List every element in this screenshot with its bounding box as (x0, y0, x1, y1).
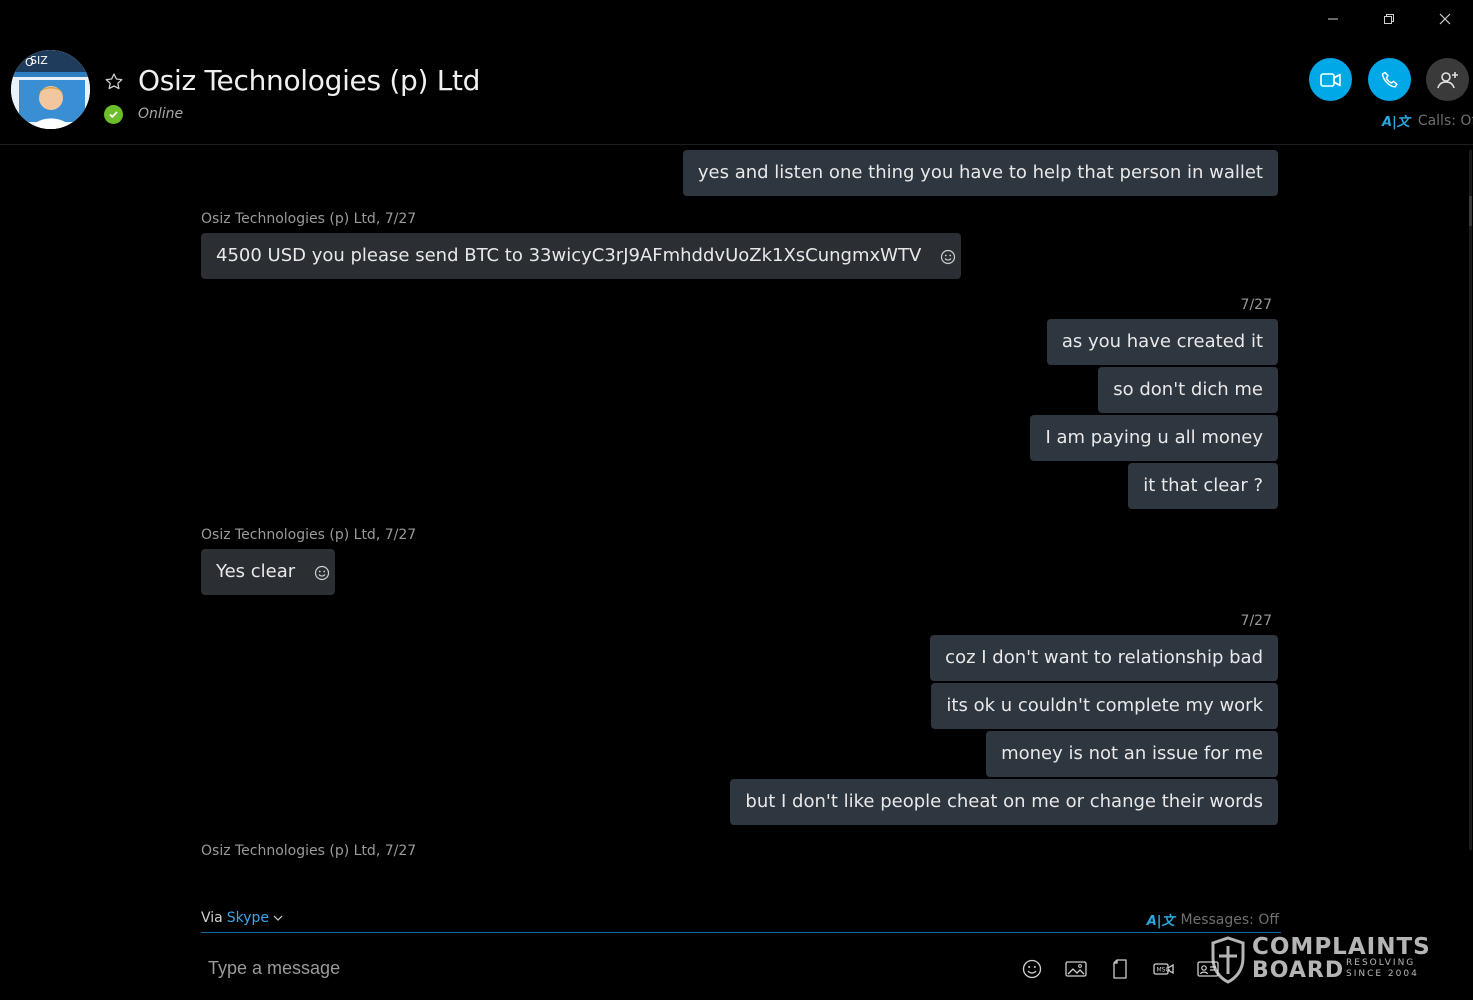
add-person-icon (1436, 71, 1458, 88)
message-bubble[interactable]: but I don't like people cheat on me or c… (730, 779, 1278, 825)
composer-divider (201, 932, 1281, 933)
watermark-line2: BOARD (1252, 958, 1345, 983)
message-bubble[interactable]: it that clear ? (1128, 463, 1278, 509)
message-meta: 7/27 (1240, 297, 1272, 313)
message-bubble[interactable]: as you have created it (1046, 319, 1278, 365)
message-input[interactable] (201, 950, 981, 986)
avatar-text: SIZ (30, 54, 48, 67)
translate-icon: A|文 (1382, 115, 1410, 130)
message-bubble[interactable]: so don't dich me (1098, 367, 1278, 413)
messages-translation-label: Messages: Off (1180, 911, 1280, 928)
message-bubble-incoming[interactable]: Yes clear (201, 549, 336, 595)
via-label: Via (201, 910, 223, 926)
message-meta: Osiz Technologies (p) Ltd, 7/27 (201, 211, 417, 227)
video-call-button[interactable] (1309, 58, 1352, 101)
watermark-logo: COMPLAINTS BOARD RESOLVING SINCE 2004 (1210, 934, 1430, 988)
via-service: Skype (226, 910, 270, 926)
scrollbar-track[interactable] (1469, 150, 1472, 850)
message-text: Yes clear (216, 561, 296, 582)
watermark-tagline2: SINCE 2004 (1346, 969, 1419, 979)
status-text: Online (138, 106, 184, 122)
contact-name[interactable]: Osiz Technologies (p) Ltd (138, 64, 480, 97)
message-meta: Osiz Technologies (p) Ltd, 7/27 (201, 527, 417, 543)
message-bubble[interactable]: yes and listen one thing you have to hel… (682, 150, 1278, 196)
message-meta: Osiz Technologies (p) Ltd, 7/27 (201, 843, 417, 858)
audio-call-button[interactable] (1368, 58, 1411, 101)
message-meta: 7/27 (1240, 613, 1272, 629)
message-bubble[interactable]: coz I don't want to relationship bad (930, 635, 1278, 681)
message-text: 4500 USD you please send BTC to 33wicyC3… (216, 245, 922, 266)
reaction-smiley-icon[interactable] (940, 237, 956, 265)
star-icon[interactable] (104, 72, 124, 92)
message-bubble-incoming[interactable]: 4500 USD you please send BTC to 33wicyC3… (201, 233, 962, 279)
video-message-icon[interactable]: MSG (1152, 957, 1176, 981)
conversation-header: O SIZ Osiz Technologies (p) Ltd Online A… (0, 0, 1473, 145)
messages-translation[interactable]: A|文 Messages: Off (1146, 910, 1280, 930)
contact-card-icon[interactable] (1196, 957, 1220, 981)
calls-translation[interactable]: A|文 Calls: Off (1382, 111, 1473, 131)
message-list: yes and listen one thing you have to hel… (0, 146, 1473, 858)
phone-icon (1381, 71, 1398, 88)
image-icon[interactable] (1064, 957, 1088, 981)
avatar[interactable]: O (11, 50, 90, 129)
reaction-smiley-icon[interactable] (314, 553, 330, 581)
chevron-down-icon (273, 915, 283, 921)
add-people-button[interactable] (1426, 58, 1469, 101)
message-bubble[interactable]: money is not an issue for me (986, 731, 1278, 777)
emoji-icon[interactable] (1020, 957, 1044, 981)
watermark-tagline: RESOLVING SINCE 2004 (1346, 958, 1419, 980)
via-selector[interactable]: Via Skype (201, 910, 283, 926)
online-status-icon (104, 105, 123, 124)
watermark-line1: COMPLAINTS (1252, 934, 1431, 960)
video-camera-icon (1319, 72, 1341, 87)
message-bubble[interactable]: its ok u couldn't complete my work (931, 683, 1278, 729)
translate-icon: A|文 (1146, 914, 1175, 929)
message-bubble[interactable]: I am paying u all money (1030, 415, 1278, 461)
file-icon[interactable] (1108, 957, 1132, 981)
calls-translation-label: Calls: Off (1417, 112, 1473, 129)
watermark-tagline1: RESOLVING (1346, 958, 1416, 968)
scrollbar-thumb[interactable] (1469, 196, 1472, 226)
svg-text:MSG: MSG (1157, 967, 1171, 974)
